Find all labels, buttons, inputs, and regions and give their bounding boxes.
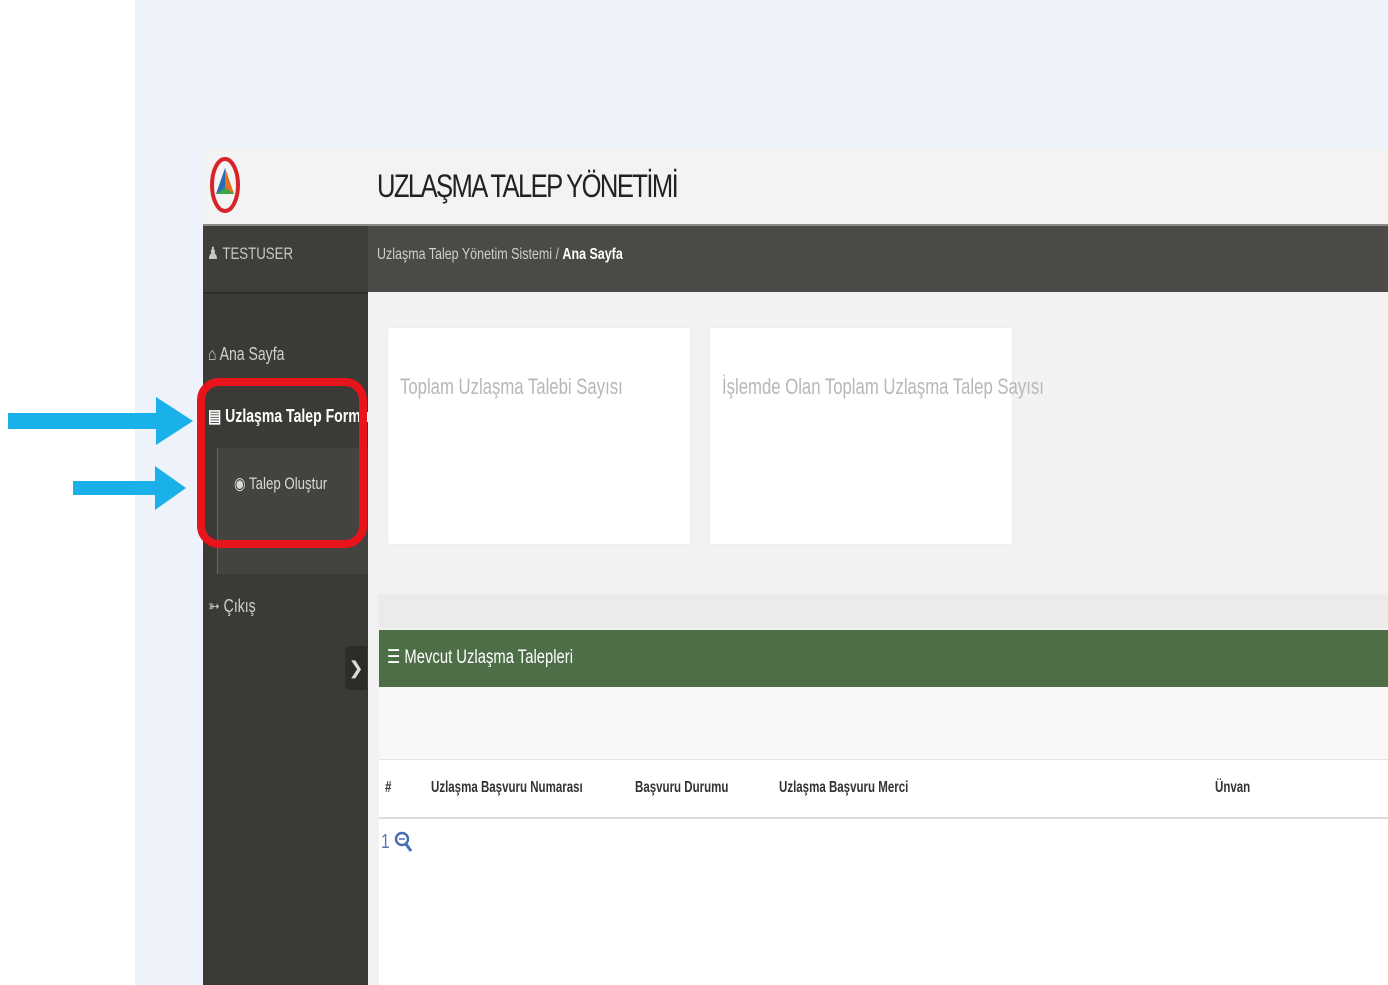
breadcrumb: Uzlaşma Talep Yönetim Sistemi / Ana Sayf… xyxy=(377,246,623,264)
triangle-logo-icon xyxy=(210,157,240,213)
app-window: UZLAŞMA TALEP YÖNETİMİ ♟ TESTUSER ⌂ Ana … xyxy=(203,148,1388,985)
column-header-status[interactable]: Başvuru Durumu xyxy=(635,779,728,797)
requests-table: # Uzlaşma Başvuru Numarası Başvuru Durum… xyxy=(379,687,1388,985)
panel-header: ☰ Mevcut Uzlaşma Talepleri xyxy=(379,630,1388,687)
user-name: ♟ TESTUSER xyxy=(207,244,293,264)
sidebar-item-home[interactable]: ⌂ Ana Sayfa xyxy=(208,344,284,365)
breadcrumb-current: Ana Sayfa xyxy=(562,246,623,263)
column-header-index[interactable]: # xyxy=(385,779,391,797)
column-header-authority[interactable]: Uzlaşma Başvuru Merci xyxy=(779,779,908,797)
annotation-arrow-icon xyxy=(73,466,186,510)
home-icon: ⌂ xyxy=(208,344,217,364)
search-icon[interactable] xyxy=(394,829,414,855)
section-divider xyxy=(378,594,1388,628)
annotation-highlight-box xyxy=(197,378,367,548)
table-toolbar xyxy=(379,687,1388,760)
sidebar-item-label: Ana Sayfa xyxy=(219,344,285,364)
main-content: Uzlaşma Talep Yönetim Sistemi / Ana Sayf… xyxy=(368,226,1388,985)
user-label: TESTUSER xyxy=(222,244,294,263)
user-icon: ♟ xyxy=(207,244,219,263)
breadcrumb-bar: Uzlaşma Talep Yönetim Sistemi / Ana Sayf… xyxy=(368,226,1388,292)
list-icon: ☰ xyxy=(387,647,401,668)
column-header-application-number[interactable]: Uzlaşma Başvuru Numarası xyxy=(431,779,583,797)
row-number: 1 xyxy=(381,831,390,853)
user-bar: ♟ TESTUSER xyxy=(203,226,368,294)
stat-card-total: Toplam Uzlaşma Talebi Sayısı xyxy=(388,328,690,544)
panel-title: ☰ Mevcut Uzlaşma Talepleri xyxy=(387,646,573,669)
column-header-title[interactable]: Ünvan xyxy=(1215,779,1250,797)
stat-label: Toplam Uzlaşma Talebi Sayısı xyxy=(400,374,623,399)
table-row: 1 xyxy=(379,821,1388,867)
breadcrumb-root[interactable]: Uzlaşma Talep Yönetim Sistemi / xyxy=(377,246,559,263)
sidebar-item-label: Çıkış xyxy=(223,596,256,616)
annotation-arrow-icon xyxy=(8,397,193,445)
logout-icon: ➳ xyxy=(208,596,220,616)
sidebar: ♟ TESTUSER ⌂ Ana Sayfa ▤ Uzlaşma Talep F… xyxy=(203,226,369,985)
chevron-circle-icon: ❯ xyxy=(348,658,364,678)
table-header-row: # Uzlaşma Başvuru Numarası Başvuru Durum… xyxy=(379,761,1388,819)
page-title: UZLAŞMA TALEP YÖNETİMİ xyxy=(377,168,679,204)
sidebar-collapse-button[interactable]: ❯ xyxy=(345,646,367,690)
sidebar-item-logout[interactable]: ➳ Çıkış xyxy=(208,596,256,617)
app-header: UZLAŞMA TALEP YÖNETİMİ xyxy=(203,148,1388,226)
stat-card-in-progress: İşlemde Olan Toplam Uzlaşma Talep Sayısı xyxy=(710,328,1044,544)
stat-label: İşlemde Olan Toplam Uzlaşma Talep Sayısı xyxy=(722,374,1044,399)
panel-title-label: Mevcut Uzlaşma Talepleri xyxy=(404,647,573,668)
